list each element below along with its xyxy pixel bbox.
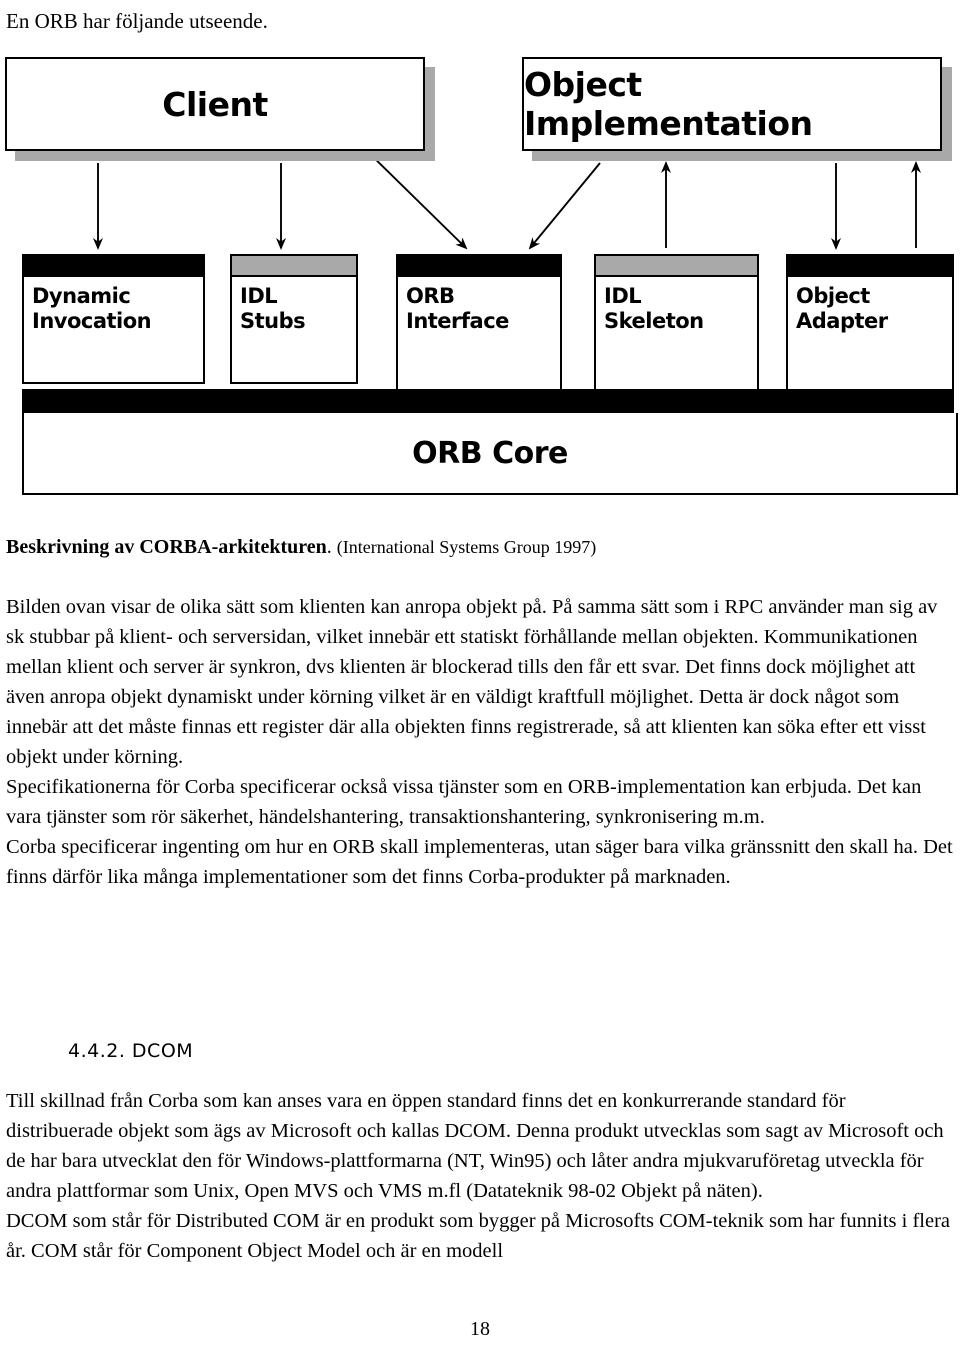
heading-dcom: 4.4.2. DCOM: [68, 1040, 194, 1062]
paragraph-dcom: Till skillnad från Corba som kan anses v…: [6, 1090, 951, 1262]
idl-skeleton-box: IDL Skeleton: [594, 254, 759, 402]
idl-stubs-body: IDL Stubs: [232, 277, 356, 382]
document-page: En ORB har följande utseende. Client Obj…: [0, 0, 960, 1366]
dynamic-invocation-label-line1: Dynamic: [32, 284, 131, 308]
idl-stubs-box: IDL Stubs: [230, 254, 358, 384]
orb-interface-body: ORB Interface: [398, 275, 560, 391]
figure-caption-tail: .: [326, 536, 332, 558]
corba-architecture-diagram: Client Object Implementation Dynamic Inv…: [0, 45, 960, 515]
orb-core-label: ORB Core: [412, 435, 568, 471]
object-adapter-box: Object Adapter: [786, 254, 954, 393]
figure-caption-bold: Beskrivning av CORBA-arkitekturen: [6, 536, 327, 558]
orb-interface-label-line1: ORB: [406, 284, 455, 308]
intro-line: En ORB har följande utseende.: [6, 9, 268, 33]
idl-skeleton-cap: [596, 256, 757, 277]
orb-core-box: ORB Core: [22, 413, 958, 495]
idl-stubs-cap: [232, 256, 356, 277]
dynamic-invocation-body: Dynamic Invocation: [24, 275, 203, 382]
orb-interface-cap: [398, 256, 560, 275]
figure-caption-source: (International Systems Group 1997): [336, 537, 597, 557]
dynamic-invocation-cap: [24, 256, 203, 275]
orb-core-top-bar: [22, 389, 954, 413]
dynamic-invocation-label-line2: Invocation: [32, 309, 152, 333]
object-adapter-body: Object Adapter: [788, 275, 952, 391]
idl-skeleton-label-line2: Skeleton: [604, 309, 704, 333]
object-adapter-label-line2: Adapter: [796, 309, 888, 333]
idl-skeleton-body: IDL Skeleton: [596, 277, 757, 400]
page-number: 18: [470, 1318, 490, 1340]
client-box-label: Client: [162, 84, 268, 124]
object-implementation-box: Object Implementation: [522, 57, 942, 151]
paragraph-corba: Bilden ovan visar de olika sätt som klie…: [6, 596, 953, 888]
idl-stubs-label-line1: IDL: [240, 284, 278, 308]
client-box: Client: [5, 57, 425, 151]
dynamic-invocation-box: Dynamic Invocation: [22, 254, 205, 384]
object-adapter-cap: [788, 256, 952, 275]
idl-skeleton-label-line1: IDL: [604, 284, 642, 308]
object-implementation-box-label: Object Implementation: [524, 65, 813, 143]
orb-interface-box: ORB Interface: [396, 254, 562, 393]
object-adapter-label-line1: Object: [796, 284, 870, 308]
orb-interface-label-line2: Interface: [406, 309, 509, 333]
figure-caption: Beskrivning av CORBA-arkitekturen. (Inte…: [6, 534, 954, 560]
idl-stubs-label-line2: Stubs: [240, 309, 306, 333]
